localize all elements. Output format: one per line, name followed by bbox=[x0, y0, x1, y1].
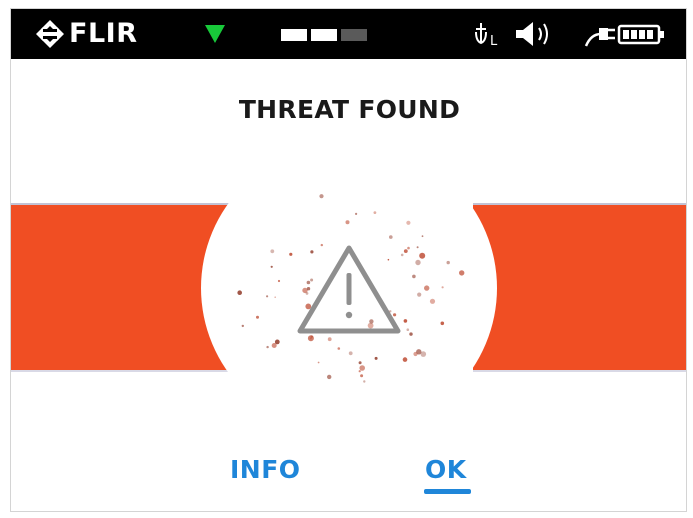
level-bar bbox=[341, 29, 367, 41]
threat-particle bbox=[440, 321, 445, 326]
threat-particle bbox=[360, 374, 364, 378]
threat-particle bbox=[306, 287, 311, 291]
threat-particle bbox=[409, 332, 413, 336]
threat-particle bbox=[446, 260, 450, 265]
threat-particle bbox=[317, 361, 320, 364]
speaker-icon bbox=[516, 22, 548, 46]
threat-particle bbox=[270, 249, 275, 254]
threat-particle bbox=[415, 259, 421, 266]
threat-particle bbox=[373, 211, 377, 214]
threat-particle bbox=[306, 280, 311, 285]
threat-particle bbox=[266, 345, 269, 349]
threat-particle bbox=[307, 335, 314, 342]
threat-particle bbox=[416, 246, 419, 249]
brand-logo: FLIR bbox=[35, 18, 138, 50]
level-bar bbox=[311, 29, 337, 41]
threat-particle bbox=[421, 235, 424, 238]
threat-particle bbox=[441, 286, 444, 289]
threat-particle bbox=[400, 253, 404, 257]
threat-particle bbox=[327, 374, 332, 380]
alert-banner-right bbox=[473, 205, 686, 371]
threat-particle bbox=[274, 296, 276, 298]
threat-particle bbox=[348, 351, 353, 356]
threat-particle bbox=[403, 319, 408, 323]
threat-particle bbox=[320, 243, 323, 247]
threat-particle bbox=[389, 235, 393, 239]
threat-particle bbox=[417, 292, 422, 297]
threat-particle bbox=[419, 252, 426, 259]
threat-particle bbox=[459, 270, 465, 276]
threat-particle bbox=[358, 361, 362, 365]
threat-particle bbox=[237, 290, 242, 295]
threat-particle bbox=[402, 357, 408, 362]
threat-particle bbox=[345, 220, 350, 225]
threat-particle bbox=[305, 303, 312, 310]
threat-particle bbox=[305, 292, 309, 295]
antenna-icon: L bbox=[475, 23, 498, 49]
threat-particle bbox=[327, 337, 332, 342]
dialog-title: THREAT FOUND bbox=[238, 95, 461, 124]
threat-particle bbox=[355, 212, 358, 215]
threat-particle bbox=[310, 250, 314, 254]
threat-particle bbox=[367, 322, 374, 329]
battery-icon bbox=[617, 24, 664, 45]
threat-particle bbox=[374, 356, 378, 360]
warning-triangle-icon bbox=[237, 194, 465, 383]
antenna-label: L bbox=[490, 34, 498, 49]
threat-particle bbox=[406, 328, 410, 331]
status-bar: FLIR L bbox=[11, 9, 686, 59]
threat-particle bbox=[319, 194, 324, 199]
ok-button[interactable]: OK bbox=[425, 455, 467, 484]
threat-particle bbox=[271, 343, 277, 348]
threat-particle bbox=[413, 351, 418, 357]
threat-particle bbox=[337, 347, 341, 350]
threat-particle bbox=[369, 319, 374, 324]
threat-particle bbox=[407, 246, 410, 250]
threat-particle bbox=[359, 365, 365, 371]
threat-particle bbox=[363, 380, 366, 383]
threat-particle bbox=[429, 298, 436, 304]
threat-particle bbox=[256, 315, 259, 319]
threat-particle bbox=[241, 324, 244, 328]
info-button[interactable]: INFO bbox=[230, 455, 301, 484]
device-screen: FLIR L THREAT FOUND INFO OK bbox=[10, 8, 687, 512]
signal-triangle-icon bbox=[205, 25, 225, 43]
threat-particle bbox=[266, 295, 269, 298]
threat-particle bbox=[358, 370, 361, 373]
threat-particle bbox=[393, 313, 397, 317]
brand-name: FLIR bbox=[69, 18, 138, 49]
threat-particle bbox=[270, 265, 273, 268]
flir-logo-icon bbox=[36, 20, 64, 48]
threat-particle bbox=[406, 220, 411, 225]
banner-edge bbox=[473, 370, 686, 372]
threat-particle bbox=[412, 274, 416, 279]
threat-particle bbox=[424, 285, 430, 291]
threat-particle bbox=[403, 249, 408, 253]
threat-particle bbox=[277, 279, 281, 283]
threat-particle bbox=[310, 278, 314, 282]
power-plug-icon bbox=[584, 28, 615, 47]
threat-particle bbox=[387, 258, 390, 261]
level-indicator bbox=[281, 29, 367, 41]
selection-underline bbox=[424, 489, 471, 494]
level-bar bbox=[281, 29, 307, 41]
threat-particle bbox=[289, 252, 293, 256]
